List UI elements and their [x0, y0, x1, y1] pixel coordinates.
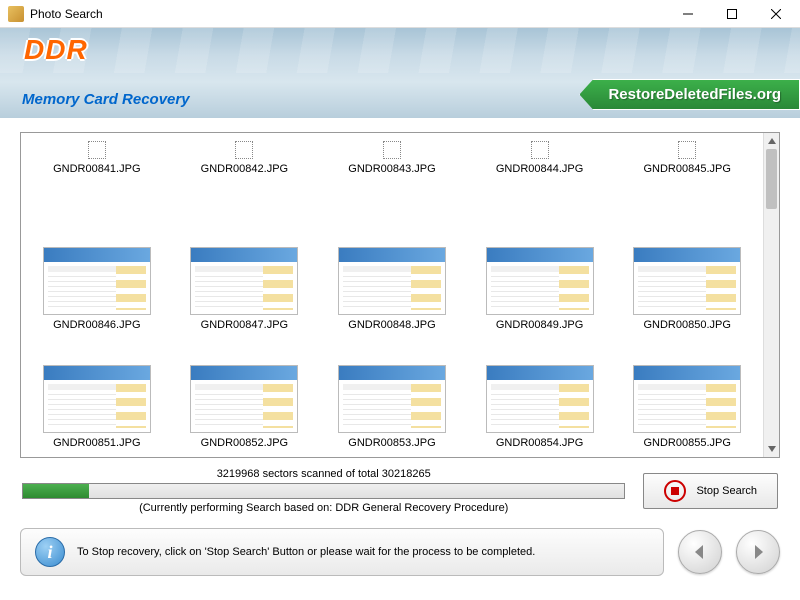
- thumbnail-icon: [88, 141, 106, 159]
- progress-row: 3219968 sectors scanned of total 3021826…: [20, 468, 780, 514]
- window-title: Photo Search: [30, 7, 666, 21]
- scroll-down-icon[interactable]: [764, 441, 779, 457]
- file-name: GNDR00844.JPG: [496, 163, 583, 175]
- file-name: GNDR00842.JPG: [201, 163, 288, 175]
- next-button[interactable]: [736, 530, 780, 574]
- stop-button-label: Stop Search: [696, 485, 757, 497]
- info-icon: i: [35, 537, 65, 567]
- file-name: GNDR00850.JPG: [643, 319, 730, 331]
- header-banner: DDR Memory Card Recovery RestoreDeletedF…: [0, 28, 800, 118]
- footer: i To Stop recovery, click on 'Stop Searc…: [0, 522, 800, 586]
- progress-subtext: (Currently performing Search based on: D…: [139, 502, 508, 514]
- close-button[interactable]: [754, 0, 798, 28]
- file-item[interactable]: GNDR00846.JPG: [23, 241, 171, 347]
- maximize-button[interactable]: [710, 0, 754, 28]
- website-ribbon[interactable]: RestoreDeletedFiles.org: [579, 79, 800, 110]
- thumbnail-icon: [633, 365, 741, 433]
- results-panel: GNDR00841.JPG GNDR00842.JPG GNDR00843.JP…: [20, 132, 780, 458]
- progress-text: 3219968 sectors scanned of total 3021826…: [217, 468, 431, 480]
- scroll-track[interactable]: [764, 149, 779, 441]
- thumbnail-icon: [338, 365, 446, 433]
- file-item[interactable]: GNDR00843.JPG: [318, 135, 466, 241]
- progress-fill: [23, 484, 89, 498]
- file-name: GNDR00853.JPG: [348, 437, 435, 449]
- file-item[interactable]: GNDR00842.JPG: [171, 135, 319, 241]
- file-item[interactable]: GNDR00845.JPG: [613, 135, 761, 241]
- info-box: i To Stop recovery, click on 'Stop Searc…: [20, 528, 664, 576]
- progress-column: 3219968 sectors scanned of total 3021826…: [22, 468, 625, 514]
- file-name: GNDR00848.JPG: [348, 319, 435, 331]
- file-item[interactable]: GNDR00854.JPG: [466, 347, 614, 453]
- file-name: GNDR00841.JPG: [53, 163, 140, 175]
- file-item[interactable]: GNDR00851.JPG: [23, 347, 171, 453]
- file-item[interactable]: GNDR00841.JPG: [23, 135, 171, 241]
- stop-icon: [664, 480, 686, 502]
- thumbnail-icon: [531, 141, 549, 159]
- thumbnail-icon: [338, 247, 446, 315]
- thumbnail-icon: [235, 141, 253, 159]
- app-subtitle: Memory Card Recovery: [22, 91, 190, 108]
- file-name: GNDR00849.JPG: [496, 319, 583, 331]
- thumbnail-icon: [486, 247, 594, 315]
- thumbnail-icon: [43, 247, 151, 315]
- ddr-logo: DDR: [24, 34, 88, 66]
- file-name: GNDR00852.JPG: [201, 437, 288, 449]
- progress-bar: [22, 483, 625, 499]
- thumbnail-icon: [633, 247, 741, 315]
- file-name: GNDR00845.JPG: [643, 163, 730, 175]
- file-name: GNDR00854.JPG: [496, 437, 583, 449]
- main-content: GNDR00841.JPG GNDR00842.JPG GNDR00843.JP…: [0, 118, 800, 522]
- file-item[interactable]: GNDR00847.JPG: [171, 241, 319, 347]
- back-button[interactable]: [678, 530, 722, 574]
- scroll-thumb[interactable]: [766, 149, 777, 209]
- file-name: GNDR00855.JPG: [643, 437, 730, 449]
- file-item[interactable]: GNDR00844.JPG: [466, 135, 614, 241]
- file-item[interactable]: GNDR00849.JPG: [466, 241, 614, 347]
- thumbnail-icon: [383, 141, 401, 159]
- stop-search-button[interactable]: Stop Search: [643, 473, 778, 509]
- thumbnail-icon: [190, 365, 298, 433]
- minimize-button[interactable]: [666, 0, 710, 28]
- file-name: GNDR00843.JPG: [348, 163, 435, 175]
- file-name: GNDR00847.JPG: [201, 319, 288, 331]
- file-item[interactable]: GNDR00855.JPG: [613, 347, 761, 453]
- file-item[interactable]: GNDR00852.JPG: [171, 347, 319, 453]
- file-item[interactable]: GNDR00853.JPG: [318, 347, 466, 453]
- thumbnail-icon: [190, 247, 298, 315]
- info-text: To Stop recovery, click on 'Stop Search'…: [77, 546, 535, 558]
- scroll-up-icon[interactable]: [764, 133, 779, 149]
- file-name: GNDR00846.JPG: [53, 319, 140, 331]
- file-item[interactable]: GNDR00850.JPG: [613, 241, 761, 347]
- app-icon: [8, 6, 24, 22]
- titlebar: Photo Search: [0, 0, 800, 28]
- file-item[interactable]: GNDR00848.JPG: [318, 241, 466, 347]
- thumbnail-icon: [43, 365, 151, 433]
- thumbnail-icon: [486, 365, 594, 433]
- file-name: GNDR00851.JPG: [53, 437, 140, 449]
- thumbnail-icon: [678, 141, 696, 159]
- scrollbar[interactable]: [763, 133, 779, 457]
- thumbnail-grid: GNDR00841.JPG GNDR00842.JPG GNDR00843.JP…: [21, 133, 763, 457]
